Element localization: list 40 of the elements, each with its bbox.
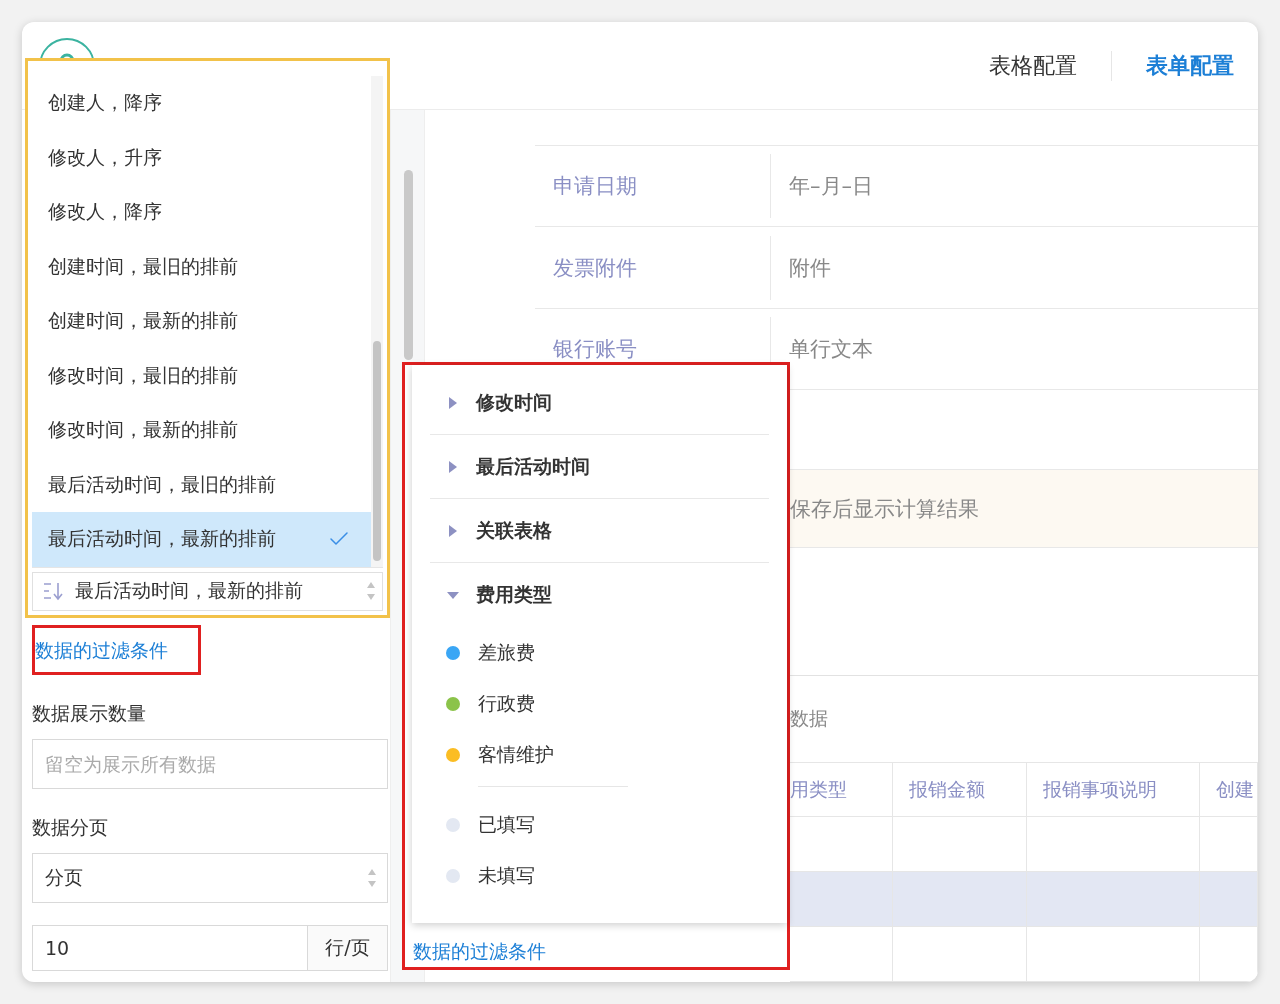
sort-option[interactable]: 最后活动时间，最新的排前	[32, 512, 371, 567]
form-field-label: 银行账号	[552, 336, 638, 364]
field-label: 数据展示数量	[32, 701, 147, 726]
scrollbar-thumb[interactable]	[404, 170, 413, 360]
filter-link[interactable]: 数据的过滤条件	[413, 939, 787, 965]
form-field-label: 申请日期	[552, 173, 638, 201]
sort-option[interactable]: 创建时间，最新的排前	[32, 294, 371, 349]
unit-label: 行/页	[307, 926, 387, 970]
scrollbar-thumb[interactable]	[373, 340, 381, 561]
menu-group[interactable]: 费用类型	[430, 563, 769, 627]
menu-group[interactable]: 最后活动时间	[430, 435, 769, 499]
sort-option[interactable]: 修改时间，最新的排前	[32, 403, 371, 458]
computed-hint: 保存后显示计算结果	[790, 495, 979, 523]
sort-option[interactable]: 最后活动时间，最旧的排前	[32, 457, 371, 512]
up-down-icon	[367, 867, 377, 889]
subtable-title: 数据	[790, 706, 829, 732]
menu-option[interactable]: 行政费	[430, 678, 769, 729]
sort-option[interactable]: 创建人，降序	[32, 76, 371, 131]
field-label: 数据分页	[32, 815, 109, 840]
sort-option[interactable]: 修改人，升序	[32, 130, 371, 185]
form-field-value: 附件	[770, 235, 1258, 300]
sort-option[interactable]: 创建时间，最旧的排前	[32, 239, 371, 294]
header-tab[interactable]: 表单配置	[1111, 50, 1234, 81]
menu-option[interactable]: 未填写	[430, 850, 769, 901]
sort-icon	[43, 581, 65, 602]
filter-link[interactable]: 数据的过滤条件	[35, 639, 168, 661]
sort-option[interactable]: 修改时间，最旧的排前	[32, 348, 371, 403]
count-input[interactable]: 留空为展示所有数据	[32, 739, 388, 789]
sort-option[interactable]: 修改人，降序	[32, 185, 371, 240]
form-field-label: 发票附件	[552, 254, 638, 282]
form-field-value: 年–月–日	[770, 154, 1258, 219]
menu-option[interactable]: 客情维护	[430, 729, 769, 780]
menu-option[interactable]: 差旅费	[430, 627, 769, 678]
page-size-field[interactable]: 10 行/页	[32, 925, 388, 971]
header-tab[interactable]: 表格配置	[955, 50, 1111, 81]
menu-option[interactable]: 已填写	[430, 799, 769, 850]
paging-select[interactable]: 分页	[32, 853, 388, 903]
menu-group[interactable]: 修改时间	[430, 371, 769, 435]
menu-group[interactable]: 关联表格	[430, 499, 769, 563]
sort-select[interactable]: 最后活动时间，最新的排前	[32, 571, 383, 611]
